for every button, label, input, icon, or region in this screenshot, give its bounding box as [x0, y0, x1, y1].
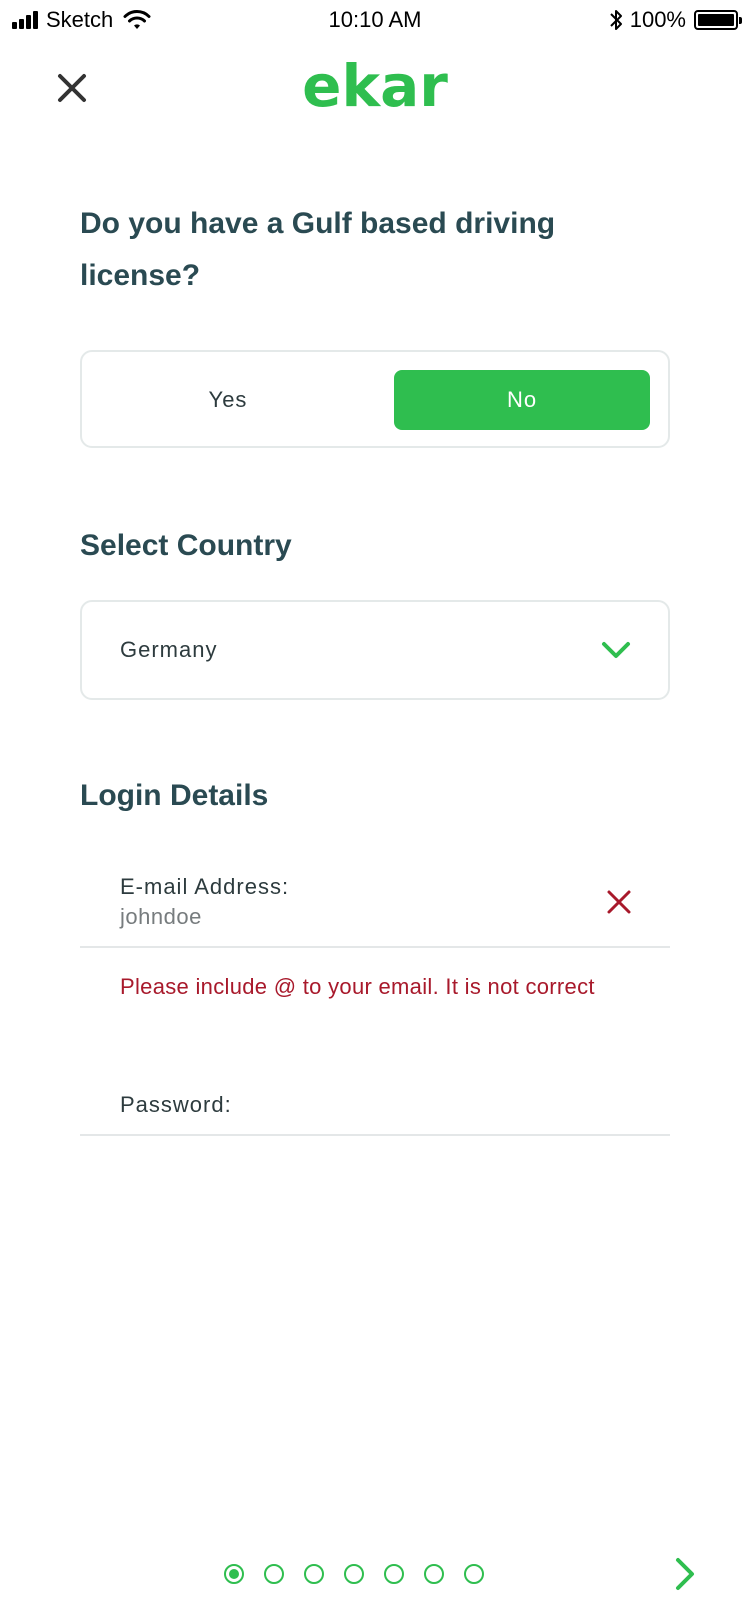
battery-fill [698, 14, 734, 26]
step-dot-7[interactable] [464, 1564, 484, 1584]
password-field[interactable]: Password: [80, 1050, 670, 1136]
status-right: 100% [608, 7, 742, 33]
status-bar: Sketch 10:10 AM 100% [0, 0, 750, 40]
login-details-title: Login Details [80, 779, 269, 812]
step-dot-5[interactable] [384, 1564, 404, 1584]
step-dot-4[interactable] [344, 1564, 364, 1584]
email-error-message: Please include @ to your email. It is no… [120, 974, 595, 999]
chevron-down-icon [602, 642, 630, 658]
step-dot-3[interactable] [304, 1564, 324, 1584]
next-arrow-icon[interactable] [670, 1554, 700, 1594]
battery-percentage: 100% [629, 7, 686, 32]
country-select-value: Germany [120, 637, 218, 662]
toggle-yes-button[interactable]: Yes [100, 370, 356, 430]
step-indicator [224, 1564, 504, 1584]
email-field[interactable]: E-mail Address: johndoe [80, 860, 670, 948]
battery-icon [694, 10, 742, 30]
country-select[interactable]: Germany [80, 600, 670, 700]
email-input-value[interactable]: johndoe [120, 904, 202, 930]
bluetooth-icon [610, 10, 622, 30]
ekar-logo: ekar [302, 52, 448, 120]
password-label: Password: [120, 1092, 232, 1117]
license-question-title: Do you have a Gulf based driving license… [80, 207, 556, 292]
select-country-title: Select Country [80, 529, 292, 562]
step-dot-2[interactable] [264, 1564, 284, 1584]
clear-email-icon[interactable] [606, 889, 632, 915]
step-dot-1[interactable] [224, 1564, 244, 1584]
license-toggle: Yes No [80, 350, 670, 448]
email-label: E-mail Address: [120, 874, 290, 899]
toggle-no-button[interactable]: No [394, 370, 650, 430]
step-dot-6[interactable] [424, 1564, 444, 1584]
